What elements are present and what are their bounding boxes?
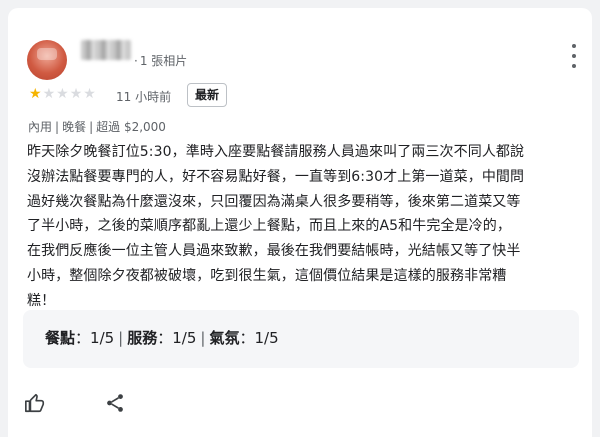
thumbs-up-icon[interactable]: [24, 392, 46, 414]
newest-badge: 最新: [187, 83, 228, 107]
review-time: 11 小時前: [116, 90, 172, 104]
review-meta: 內用 | 晚餐 | 超過 $2,000: [28, 120, 166, 134]
star-icon: ★: [56, 86, 70, 102]
score-label-service: 服務: [127, 329, 158, 347]
score-value-service: 1/5: [172, 329, 197, 347]
reviewer-avatar[interactable]: [27, 40, 67, 80]
score-label-food: 餐點: [45, 329, 76, 347]
review-card: · 1 張相片 ★★★★★ 11 小時前 最新 內用 | 晚餐 | 超過 $2,000 昨…: [8, 8, 592, 437]
score-label-atmosphere: 氣氛: [209, 329, 240, 347]
star-rating: ★★★★★: [29, 86, 97, 102]
meta-price-range: 超過 $2,000: [96, 120, 166, 134]
more-options-icon[interactable]: [564, 44, 584, 68]
star-icon: ★: [29, 86, 43, 102]
star-icon: ★: [42, 86, 57, 102]
star-icon: ★: [83, 86, 97, 102]
photo-count: · 1 張相片: [134, 54, 188, 68]
share-icon[interactable]: [104, 392, 126, 414]
score-summary: 餐點：1/5 | 服務：1/5 | 氣氛：1/5: [23, 310, 579, 368]
meta-meal-type: 晚餐: [62, 120, 87, 134]
meta-dine-type: 內用: [28, 120, 53, 134]
score-value-food: 1/5: [90, 329, 115, 347]
star-icon: ★: [69, 86, 84, 102]
photo-count-label: 1 張相片: [139, 54, 188, 68]
reviewer-name-blurred[interactable]: [81, 40, 131, 60]
score-value-atmosphere: 1/5: [254, 329, 279, 347]
review-text: 昨天除夕晚餐訂位5:30，準時入座要點餐請服務人員過來叫了兩三次不同人都說 沒辦…: [27, 144, 525, 309]
